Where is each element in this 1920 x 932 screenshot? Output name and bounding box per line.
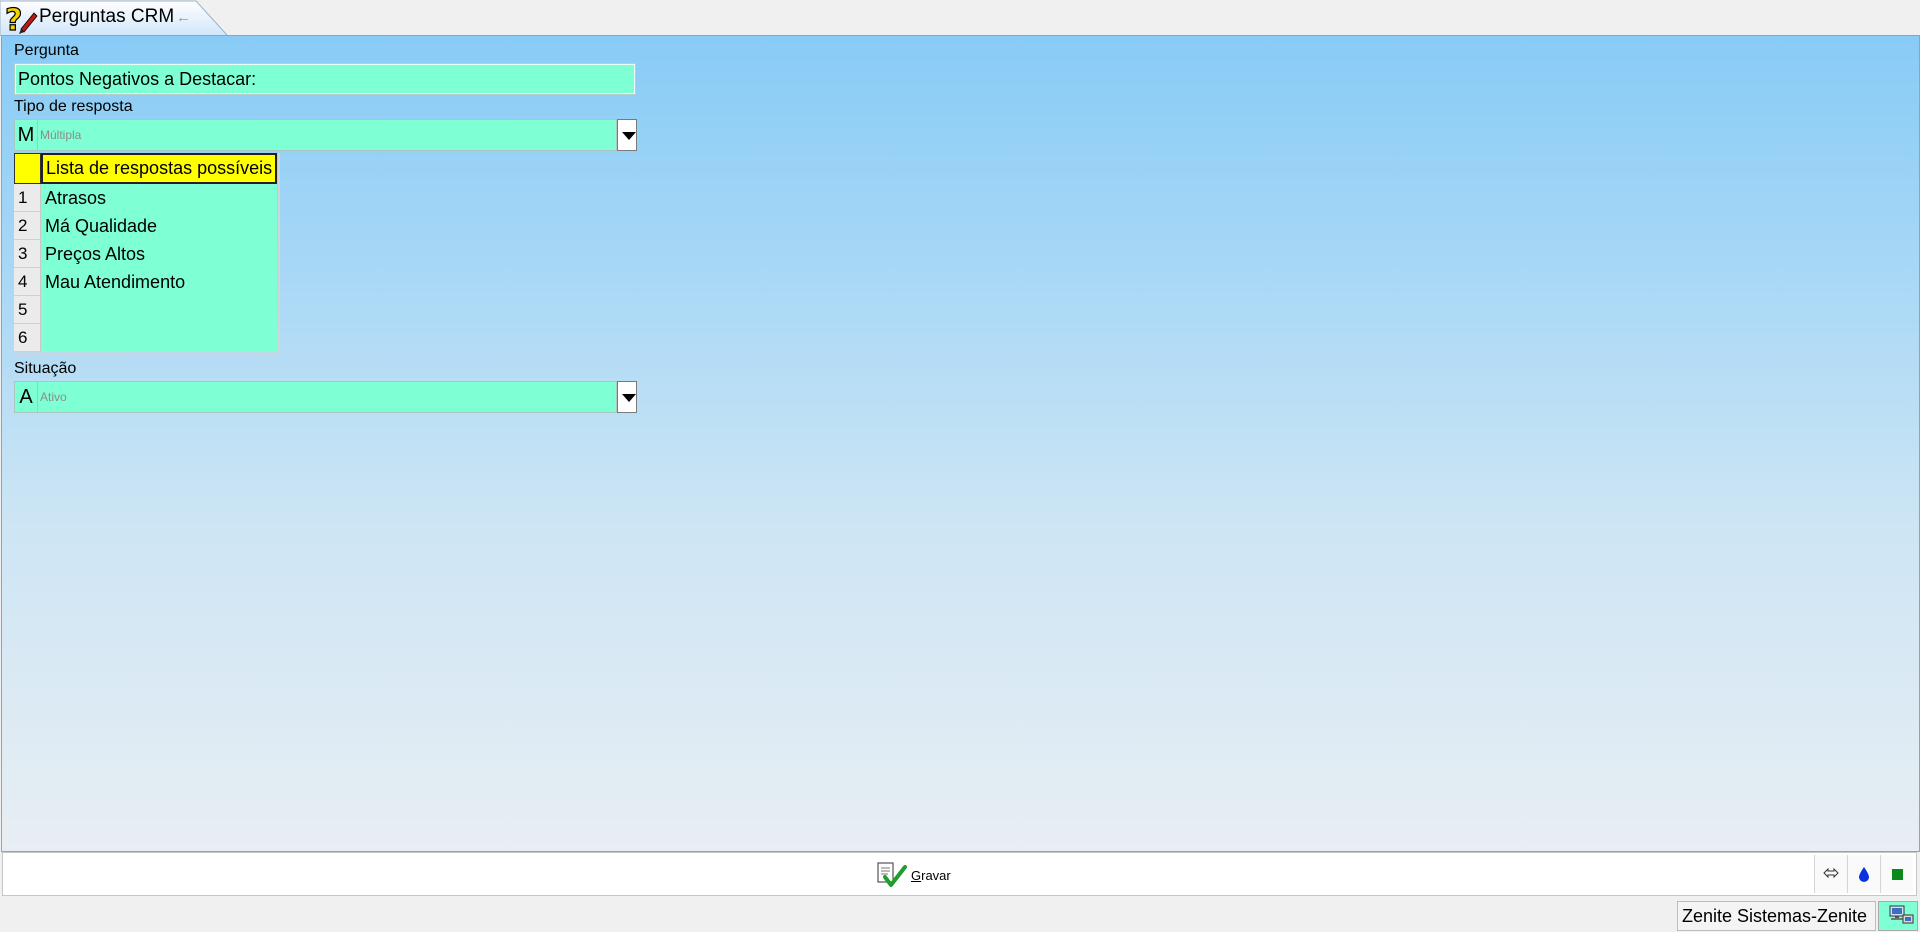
tipo-resposta-description[interactable]: Múltipla xyxy=(37,119,617,151)
pergunta-input[interactable]: Pontos Negativos a Destacar: xyxy=(14,63,636,95)
form-panel: Pergunta Pontos Negativos a Destacar: Ti… xyxy=(1,35,1920,852)
row-number: 5 xyxy=(14,296,41,324)
table-row[interactable]: 4 Mau Atendimento xyxy=(14,268,278,296)
save-check-icon xyxy=(877,862,907,887)
row-number: 4 xyxy=(14,268,41,296)
resposta-cell[interactable]: Atrasos xyxy=(41,184,277,212)
table-row[interactable]: 1 Atrasos xyxy=(14,184,278,212)
resposta-cell[interactable]: Má Qualidade xyxy=(41,212,277,240)
save-label: Gravar xyxy=(911,868,951,883)
resposta-cell[interactable] xyxy=(41,324,277,352)
back-arrow-icon[interactable]: ← xyxy=(176,9,191,26)
swap-arrows-button[interactable] xyxy=(1814,855,1847,893)
network-computer-icon xyxy=(1889,905,1914,924)
pergunta-label: Pergunta xyxy=(14,42,79,59)
tipo-resposta-label: Tipo de resposta xyxy=(14,98,133,115)
situacao-desc-text: Ativo xyxy=(40,390,67,404)
resposta-cell[interactable] xyxy=(41,296,277,324)
table-row[interactable]: 6 xyxy=(14,324,278,352)
tipo-resposta-code-input[interactable]: M xyxy=(14,119,38,151)
respostas-grid: Lista de respostas possíveis 1 Atrasos 2… xyxy=(14,153,280,355)
chevron-down-icon xyxy=(622,132,636,140)
row-number: 2 xyxy=(14,212,41,240)
row-number: 3 xyxy=(14,240,41,268)
grid-corner xyxy=(14,153,41,184)
grid-header[interactable]: Lista de respostas possíveis xyxy=(41,153,277,184)
color-drop-button[interactable] xyxy=(1847,855,1880,893)
tab-title: Perguntas CRM xyxy=(39,6,175,27)
water-drop-icon xyxy=(1859,867,1869,882)
tipo-resposta-dropdown-button[interactable] xyxy=(617,119,637,151)
situacao-description[interactable]: Ativo xyxy=(37,381,617,413)
situacao-dropdown-button[interactable] xyxy=(617,381,637,413)
company-status: Zenite Sistemas-Zenite xyxy=(1677,901,1876,931)
svg-text:?: ? xyxy=(5,3,22,35)
table-row[interactable]: 2 Má Qualidade xyxy=(14,212,278,240)
save-button[interactable]: Gravar xyxy=(876,861,996,889)
row-number: 1 xyxy=(14,184,41,212)
network-computer-button[interactable] xyxy=(1878,901,1918,931)
tipo-resposta-desc-text: Múltipla xyxy=(40,128,82,142)
pergunta-value: Pontos Negativos a Destacar: xyxy=(18,69,257,89)
question-edit-icon: ? xyxy=(4,3,38,35)
resposta-cell[interactable]: Preços Altos xyxy=(41,240,277,268)
situacao-label: Situação xyxy=(14,360,77,377)
resposta-cell[interactable]: Mau Atendimento xyxy=(41,268,277,296)
table-row[interactable]: 3 Preços Altos xyxy=(14,240,278,268)
green-square-button[interactable] xyxy=(1880,855,1913,893)
chevron-down-icon xyxy=(622,394,636,402)
row-number: 6 xyxy=(14,324,41,352)
green-square-icon xyxy=(1892,869,1903,880)
tab-bar: ? Perguntas CRM ← xyxy=(0,0,1920,36)
situacao-code-input[interactable]: A xyxy=(14,381,38,413)
swap-arrows-icon xyxy=(1823,867,1839,879)
tab-perguntas-crm[interactable]: ? Perguntas CRM ← xyxy=(0,0,228,36)
table-row[interactable]: 5 xyxy=(14,296,278,324)
bottom-toolbar: Gravar xyxy=(2,852,1917,896)
